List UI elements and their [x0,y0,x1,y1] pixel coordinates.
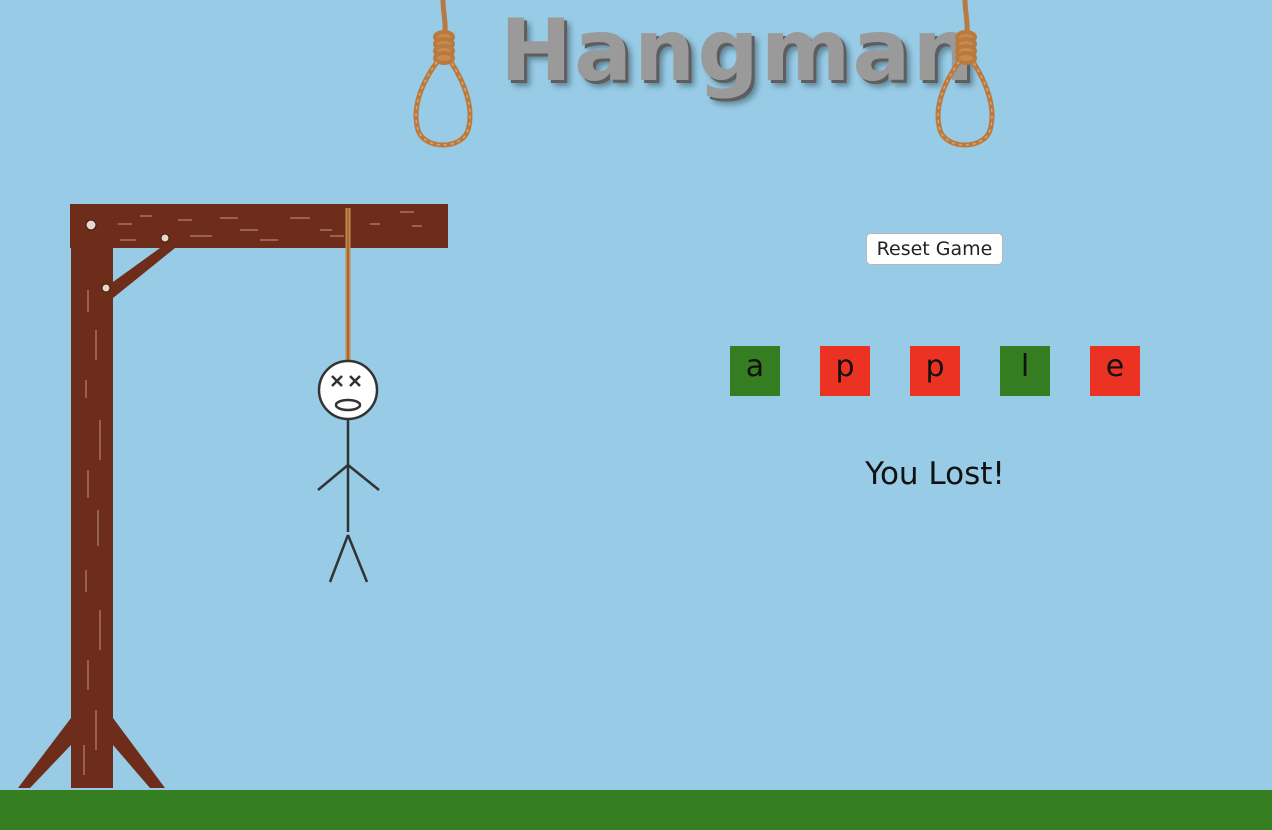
noose-icon [413,0,473,148]
letter-text: e [1105,349,1125,384]
letter-text: p [835,349,855,384]
noose-icon [935,0,995,148]
word-tiles: a p p l e [730,346,1140,396]
letter-text: p [925,349,945,384]
letter-tile: l [1000,346,1050,396]
letter-tile: a [730,346,780,396]
letter-tile: e [1090,346,1140,396]
game-status: You Lost! [865,456,1005,492]
reset-game-button[interactable]: Reset Game [866,233,1003,265]
letter-text: l [1020,349,1030,384]
gallows-icon [18,204,448,788]
letter-tile: p [820,346,870,396]
ground [0,790,1272,830]
game-title: Hangman [500,1,976,101]
game-stage: Hangman Reset Game a p p l e You Lost! [0,0,1272,830]
stick-figure-icon [317,359,380,583]
letter-tile: p [910,346,960,396]
letter-text: a [745,349,765,384]
